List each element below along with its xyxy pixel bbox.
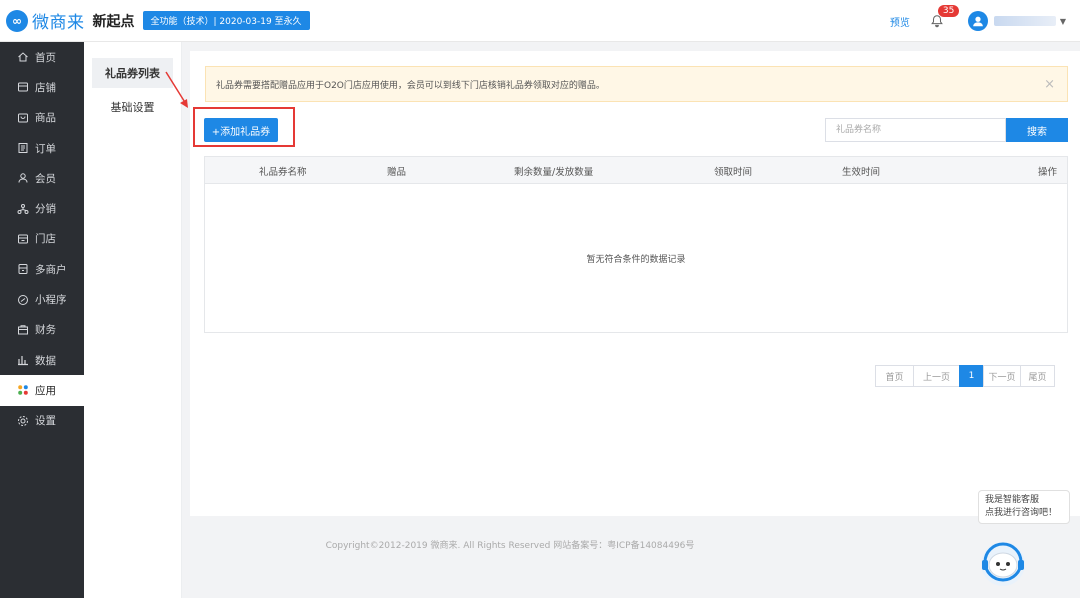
logo-text: 微商来 bbox=[32, 13, 85, 33]
sidebar-item-label: 门店 bbox=[35, 233, 56, 246]
avatar[interactable] bbox=[967, 11, 988, 31]
assistant-line-2: 点我进行咨询吧！ bbox=[985, 508, 1058, 518]
sidebar-item-goods[interactable]: 商品 bbox=[0, 103, 84, 133]
main-sidebar: 首页 店铺 商品 订单 会员 分销 门店 多商户 小程序 财务 数据 应用 设置 bbox=[0, 42, 84, 598]
settings-icon bbox=[17, 415, 29, 427]
sidebar-item-members[interactable]: 会员 bbox=[0, 163, 84, 193]
goods-icon bbox=[17, 112, 29, 124]
sidebar-item-label: 多商户 bbox=[35, 263, 67, 276]
column-header-voucher-name: 礼品券名称 bbox=[259, 166, 307, 178]
notice-text: 礼品券需要搭配赠品应用于O2O门店应用使用，会员可以到线下门店核销礼品券领取对应… bbox=[216, 80, 605, 91]
plan-badge[interactable]: 全功能（技术）| 2020-03-19 至永久 bbox=[142, 11, 310, 30]
empty-state-text: 暂无符合条件的数据记录 bbox=[586, 255, 686, 265]
voucher-name-search-input[interactable] bbox=[825, 118, 1006, 142]
column-header-actions: 操作 bbox=[1038, 166, 1058, 178]
search-button[interactable]: 搜索 bbox=[1006, 118, 1068, 142]
pagination-next[interactable]: 下一页 bbox=[983, 365, 1021, 387]
merchant-icon bbox=[17, 263, 29, 275]
sidebar-item-label: 设置 bbox=[35, 415, 56, 428]
apps-icon bbox=[17, 384, 29, 396]
store-icon bbox=[17, 81, 29, 93]
column-header-effective-time: 生效时间 bbox=[842, 166, 881, 178]
sidebar-item-apps[interactable]: 应用 bbox=[0, 375, 84, 406]
robot-assistant-icon[interactable] bbox=[975, 534, 1031, 590]
sidebar-item-distribution[interactable]: 分销 bbox=[0, 193, 84, 223]
shop-icon bbox=[17, 233, 29, 245]
sidebar-item-data[interactable]: 数据 bbox=[0, 345, 84, 375]
user-icon bbox=[973, 16, 983, 27]
logo-mark-icon: ∞ bbox=[6, 9, 28, 32]
column-header-remaining-issued: 剩余数量/发放数量 bbox=[514, 166, 594, 178]
sidebar-item-label: 分销 bbox=[35, 203, 56, 216]
assistant-bubble[interactable]: 我是智能客服 点我进行咨询吧！ bbox=[978, 490, 1070, 524]
sidebar-item-label: 商品 bbox=[35, 112, 56, 125]
pagination-page-1[interactable]: 1 bbox=[959, 365, 984, 387]
sidebar-item-home[interactable]: 首页 bbox=[0, 42, 84, 72]
sidebar-item-merchants[interactable]: 多商户 bbox=[0, 254, 84, 284]
info-notice: 礼品券需要搭配赠品应用于O2O门店应用使用，会员可以到线下门店核销礼品券领取对应… bbox=[205, 66, 1068, 102]
chevron-down-icon[interactable]: ▼ bbox=[1060, 17, 1066, 26]
sidebar-item-orders[interactable]: 订单 bbox=[0, 133, 84, 163]
notification-bell[interactable]: 35 bbox=[930, 5, 960, 28]
highlight-annotation-box bbox=[193, 107, 295, 147]
sidebar-item-label: 订单 bbox=[35, 142, 56, 155]
pagination-last[interactable]: 尾页 bbox=[1020, 365, 1055, 387]
sidebar-item-label: 小程序 bbox=[35, 294, 67, 307]
gift-voucher-table: 礼品券名称 赠品 剩余数量/发放数量 领取时间 生效时间 操作 暂无符合条件的数… bbox=[204, 156, 1068, 333]
sidebar-item-label: 会员 bbox=[35, 172, 56, 185]
table-header: 礼品券名称 赠品 剩余数量/发放数量 领取时间 生效时间 操作 bbox=[205, 157, 1067, 184]
pagination-prev[interactable]: 上一页 bbox=[913, 365, 960, 387]
sidebar-item-settings[interactable]: 设置 bbox=[0, 406, 84, 436]
assistant-line-1: 我是智能客服 bbox=[985, 495, 1040, 505]
top-bar: ∞ 微商来 新起点 全功能（技术）| 2020-03-19 至永久 预览 35 … bbox=[0, 0, 1080, 42]
sub-navigation: 礼品券列表 基础设置 bbox=[84, 42, 182, 598]
sidebar-item-label: 应用 bbox=[35, 384, 56, 397]
main-content: 礼品券需要搭配赠品应用于O2O门店应用使用，会员可以到线下门店核销礼品券领取对应… bbox=[190, 51, 1080, 516]
sidebar-item-label: 店铺 bbox=[35, 81, 56, 94]
order-icon bbox=[17, 142, 29, 154]
sidebar-item-shops[interactable]: 门店 bbox=[0, 224, 84, 254]
data-icon bbox=[17, 354, 29, 366]
sidebar-item-finance[interactable]: 财务 bbox=[0, 315, 84, 345]
pagination: 首页 上一页 1 下一页 尾页 bbox=[875, 365, 1055, 387]
member-icon bbox=[17, 172, 29, 184]
username-redacted[interactable] bbox=[993, 16, 1056, 26]
footer-copyright: Copyright©2012-2019 微商来. All Rights Rese… bbox=[325, 541, 695, 551]
logo[interactable]: ∞ 微商来 bbox=[6, 8, 85, 33]
sidebar-item-label: 首页 bbox=[35, 51, 56, 64]
finance-icon bbox=[17, 324, 29, 336]
miniprogram-icon bbox=[17, 294, 29, 306]
preview-link[interactable]: 预览 bbox=[890, 14, 910, 29]
column-header-gift: 赠品 bbox=[387, 166, 407, 178]
sidebar-item-miniprogram[interactable]: 小程序 bbox=[0, 284, 84, 314]
pagination-first[interactable]: 首页 bbox=[875, 365, 914, 387]
sidebar-item-store[interactable]: 店铺 bbox=[0, 72, 84, 102]
sidebar-item-label: 数据 bbox=[35, 354, 56, 367]
close-icon[interactable]: × bbox=[1044, 77, 1055, 92]
column-header-claim-time: 领取时间 bbox=[714, 166, 753, 178]
distribution-icon bbox=[17, 203, 29, 215]
notification-count-badge: 35 bbox=[937, 5, 960, 17]
home-icon bbox=[17, 51, 29, 63]
sidebar-item-label: 财务 bbox=[35, 324, 56, 337]
shop-name: 新起点 bbox=[92, 13, 135, 30]
